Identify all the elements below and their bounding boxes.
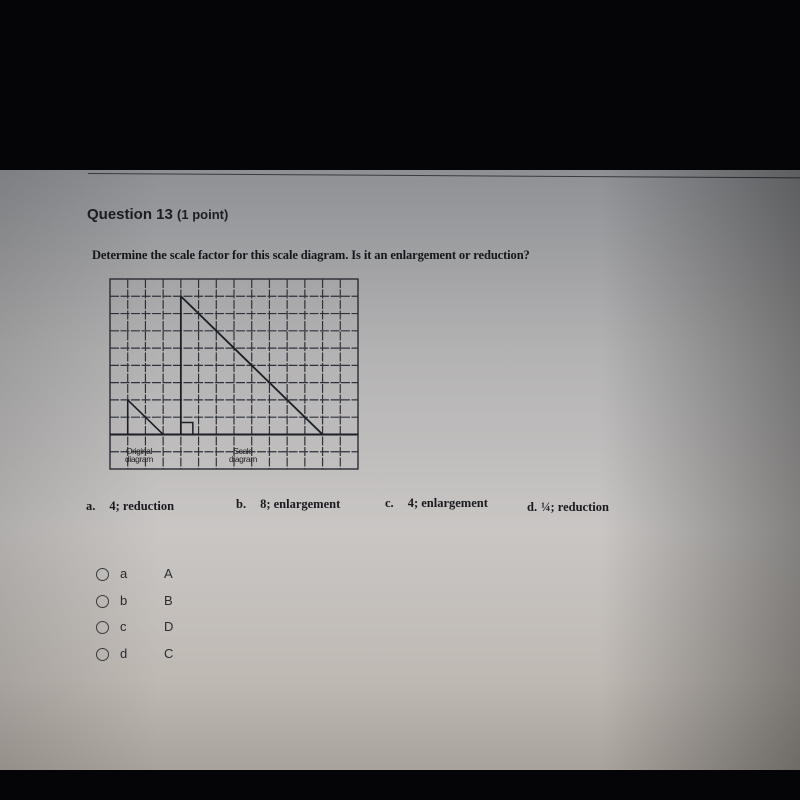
top-divider (87, 173, 800, 179)
radio-button[interactable] (96, 594, 109, 608)
choice-d: d. ¼; reduction (527, 500, 609, 515)
option-label: b (120, 592, 128, 608)
choice-letter: a. (86, 499, 96, 513)
question-prompt: Determine the scale factor for this scal… (92, 248, 530, 262)
original-label-line2: diagram (125, 454, 153, 464)
choice-letter: c. (385, 496, 394, 510)
choice-a: a. 4; reduction (86, 499, 174, 514)
question-title: Question 13 (87, 206, 173, 223)
choice-text: 8; enlargement (260, 497, 341, 511)
option-answer: B (164, 592, 173, 608)
choice-text: 4; reduction (109, 499, 175, 513)
choice-b: b. 8; enlargement (236, 497, 340, 512)
scale-diagram-figure: Original diagram Scale diagram (109, 278, 359, 470)
option-answer: D (164, 619, 174, 634)
choice-letter: b. (236, 497, 247, 511)
choice-c: c. 4; enlargement (385, 496, 488, 511)
option-answer: C (164, 645, 174, 661)
question-points: (1 point) (177, 207, 229, 222)
radio-button[interactable] (96, 647, 109, 661)
choice-letter: d. (527, 500, 538, 514)
option-label: d (120, 645, 128, 661)
grid-paper (109, 278, 359, 470)
choice-text: 4; enlargement (407, 496, 488, 510)
right-angle-marker (180, 421, 194, 435)
scale-label-line2: diagram (229, 454, 257, 464)
radio-button[interactable] (96, 568, 109, 581)
option-label: c (120, 619, 127, 634)
option-label: a (120, 566, 128, 581)
scale-diagram-label: Scale diagram (221, 447, 265, 464)
original-diagram-label: Original diagram (117, 447, 161, 464)
radio-button[interactable] (96, 621, 109, 634)
screen: Question 13 (1 point) Determine the scal… (0, 170, 800, 770)
option-answer: A (164, 566, 173, 581)
choice-text: ¼; reduction (541, 500, 609, 514)
question-header: Question 13 (1 point) (87, 206, 228, 223)
